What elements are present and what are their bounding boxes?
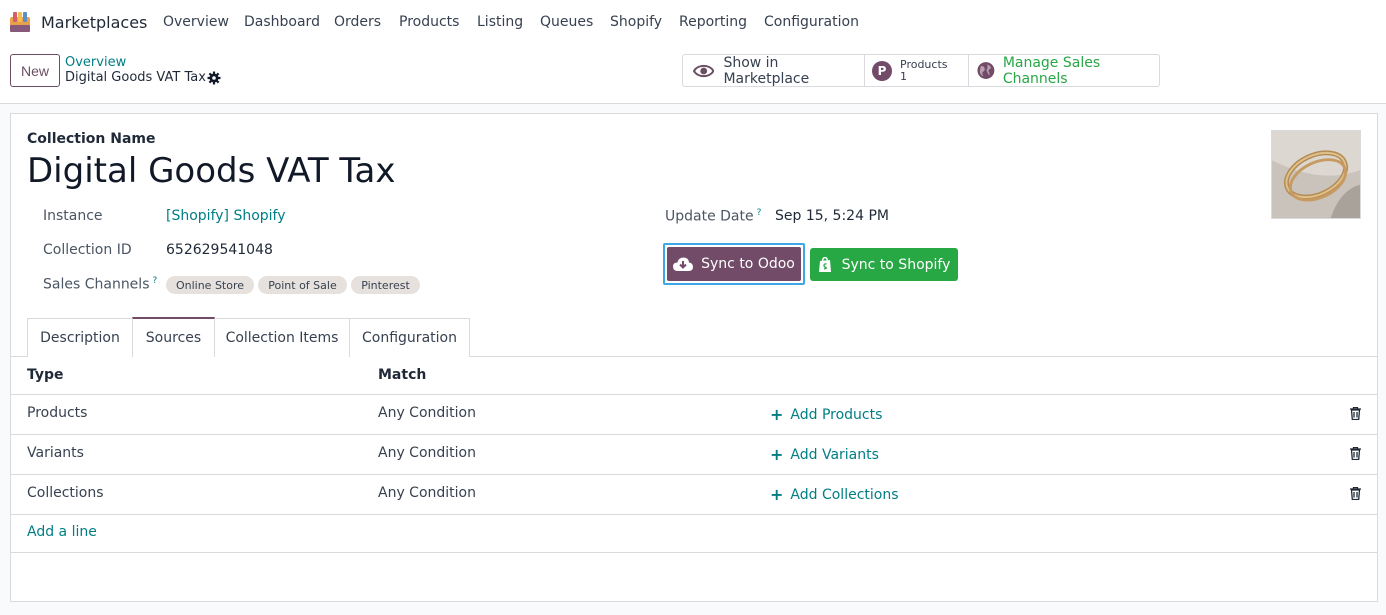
globe-icon	[977, 62, 995, 79]
row-type-cell[interactable]: Products	[27, 405, 87, 421]
row-divider	[11, 434, 1377, 435]
collection-name-label: Collection Name	[27, 131, 156, 147]
products-button[interactable]: P Products 1	[872, 55, 968, 86]
show-in-marketplace-button[interactable]: Show in Marketplace	[693, 54, 865, 87]
row-match-cell[interactable]: Any Condition	[378, 445, 476, 461]
tag-online-store[interactable]: Online Store	[166, 276, 254, 294]
collection-title[interactable]: Digital Goods VAT Tax	[27, 151, 396, 191]
menu-listing[interactable]: Listing	[477, 14, 523, 30]
app-name[interactable]: Marketplaces	[41, 13, 147, 32]
row-divider	[11, 514, 1377, 515]
column-header-match[interactable]: Match	[378, 367, 426, 383]
sales-channels-label: Sales Channels?	[43, 276, 157, 293]
collection-id-label: Collection ID	[43, 242, 132, 258]
row-type-cell[interactable]: Collections	[27, 485, 104, 501]
row-divider	[11, 394, 1377, 395]
sales-channels-label-text: Sales Channels	[43, 276, 150, 293]
cloud-download-icon	[673, 257, 694, 271]
update-date-label: Update Date?	[665, 208, 761, 225]
trash-icon[interactable]	[1350, 487, 1361, 500]
trash-icon[interactable]	[1350, 447, 1361, 460]
row-match-cell[interactable]: Any Condition	[378, 485, 476, 501]
sync-to-odoo-button[interactable]: Sync to Odoo	[663, 243, 805, 285]
products-avatar-icon: P	[872, 60, 892, 81]
menu-orders[interactable]: Orders	[334, 14, 381, 30]
products-label: Products	[900, 57, 948, 71]
menu-reporting[interactable]: Reporting	[679, 14, 747, 30]
row-match-cell[interactable]: Any Condition	[378, 405, 476, 421]
tab-description[interactable]: Description	[27, 318, 133, 357]
shopify-bag-icon	[818, 256, 831, 272]
help-tooltip-icon[interactable]: ?	[757, 208, 762, 218]
menu-products[interactable]: Products	[399, 14, 459, 30]
menu-queues[interactable]: Queues	[540, 14, 593, 30]
breadcrumb-parent[interactable]: Overview	[65, 55, 126, 70]
add-a-line-link[interactable]: Add a line	[27, 524, 97, 540]
tag-pinterest[interactable]: Pinterest	[351, 276, 420, 294]
column-header-type[interactable]: Type	[27, 367, 64, 383]
menu-configuration[interactable]: Configuration	[764, 14, 859, 30]
marketplaces-app-icon[interactable]	[9, 11, 31, 33]
update-date-value[interactable]: Sep 15, 5:24 PM	[775, 208, 889, 224]
sync-to-shopify-button[interactable]: Sync to Shopify	[810, 248, 958, 281]
row-type-cell[interactable]: Variants	[27, 445, 84, 461]
sync-to-odoo-label: Sync to Odoo	[701, 256, 795, 272]
plus-icon: +	[770, 485, 784, 504]
menu-shopify[interactable]: Shopify	[610, 14, 662, 30]
add-products-link[interactable]: + Add Products	[770, 405, 882, 424]
divider	[864, 55, 865, 86]
tab-collection-items[interactable]: Collection Items	[214, 318, 350, 357]
menu-dashboard[interactable]: Dashboard	[244, 14, 320, 30]
instance-link[interactable]: [Shopify] Shopify	[166, 208, 286, 224]
instance-label: Instance	[43, 208, 103, 224]
divider	[968, 55, 969, 86]
smart-button-box: Show in Marketplace P Products 1 Manage …	[682, 54, 1160, 87]
add-variants-link[interactable]: + Add Variants	[770, 445, 879, 464]
tag-point-of-sale[interactable]: Point of Sale	[258, 276, 347, 294]
manage-sales-channels-button[interactable]: Manage Sales Channels	[977, 54, 1159, 87]
sync-to-shopify-label: Sync to Shopify	[841, 256, 951, 273]
add-collections-label: Add Collections	[790, 486, 899, 503]
new-button[interactable]: New	[10, 54, 60, 87]
update-date-label-text: Update Date	[665, 208, 754, 225]
tab-sources[interactable]: Sources	[132, 317, 215, 357]
gear-icon[interactable]	[207, 71, 221, 85]
plus-icon: +	[770, 405, 784, 424]
breadcrumb-current: Digital Goods VAT Tax	[65, 70, 206, 85]
eye-icon	[693, 64, 715, 77]
plus-icon: +	[770, 445, 784, 464]
add-variants-label: Add Variants	[790, 446, 879, 463]
show-in-marketplace-label: Show in Marketplace	[723, 54, 810, 87]
add-products-label: Add Products	[790, 406, 883, 423]
help-tooltip-icon[interactable]: ?	[152, 276, 157, 286]
row-divider	[11, 474, 1377, 475]
row-divider	[11, 552, 1377, 553]
menu-overview[interactable]: Overview	[163, 14, 229, 30]
tab-configuration[interactable]: Configuration	[349, 318, 470, 357]
collection-id-value[interactable]: 652629541048	[166, 242, 273, 258]
products-count: 1	[900, 69, 907, 83]
collection-image[interactable]	[1271, 130, 1361, 219]
trash-icon[interactable]	[1350, 407, 1361, 420]
top-navbar: Marketplaces Overview Dashboard Orders P…	[0, 0, 1386, 46]
add-collections-link[interactable]: + Add Collections	[770, 485, 899, 504]
manage-sales-channels-label: Manage Sales Channels	[1002, 54, 1101, 87]
